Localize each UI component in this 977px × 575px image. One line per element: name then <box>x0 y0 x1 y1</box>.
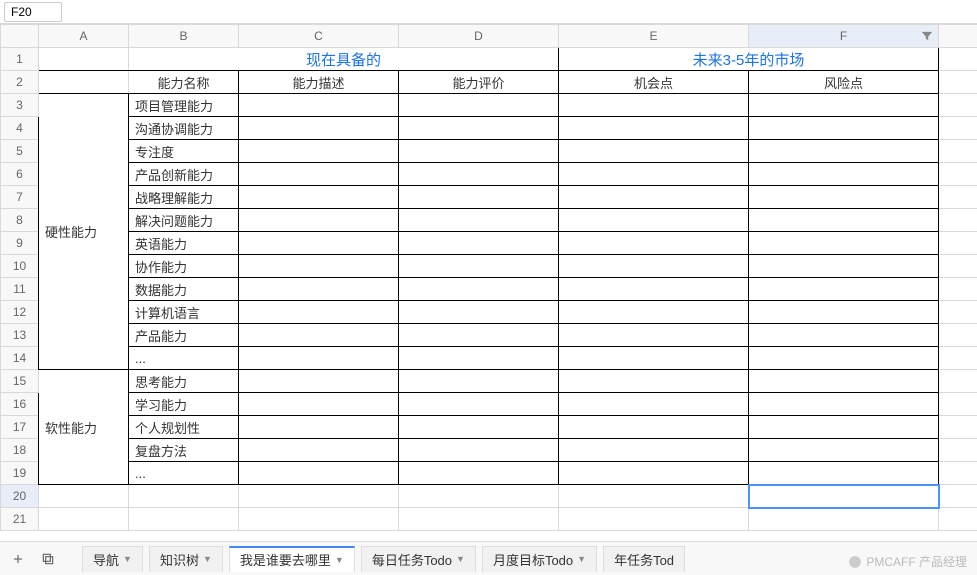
subheader-desc: 能力描述 <box>239 71 398 93</box>
subheader-eval: 能力评价 <box>399 71 558 93</box>
col-header-extra[interactable] <box>939 25 977 48</box>
list-item: 沟通协调能力 <box>129 117 238 139</box>
group1-label: 硬性能力 <box>39 94 128 369</box>
list-item: 解决问题能力 <box>129 209 238 231</box>
row-header[interactable]: 20 <box>1 485 39 508</box>
row-header[interactable]: 1 <box>1 48 39 71</box>
row-header[interactable]: 9 <box>1 232 39 255</box>
filter-icon[interactable] <box>920 29 934 43</box>
spreadsheet-grid[interactable]: A B C D E F 1 现在具备的 未来3-5年的市场 2 能力名称 能力描… <box>0 24 977 531</box>
row-header[interactable]: 4 <box>1 117 39 140</box>
list-item: 产品创新能力 <box>129 163 238 185</box>
list-item: 思考能力 <box>129 370 238 392</box>
row-header[interactable]: 14 <box>1 347 39 370</box>
sheet-tab-bar: 导航▼ 知识树▼ 我是谁要去哪里▼ 每日任务Todo▼ 月度目标Todo▼ 年任… <box>0 541 977 575</box>
list-item: 专注度 <box>129 140 238 162</box>
row-header[interactable]: 12 <box>1 301 39 324</box>
name-box-input[interactable] <box>4 2 62 22</box>
row-header[interactable]: 18 <box>1 439 39 462</box>
row-header[interactable]: 15 <box>1 370 39 393</box>
col-header-C[interactable]: C <box>239 25 399 48</box>
row-header[interactable]: 19 <box>1 462 39 485</box>
list-item: 计算机语言 <box>129 301 238 323</box>
list-item: 学习能力 <box>129 393 238 415</box>
row-header[interactable]: 13 <box>1 324 39 347</box>
tab-tree[interactable]: 知识树▼ <box>149 546 223 572</box>
chevron-down-icon: ▼ <box>203 554 212 564</box>
list-item: 英语能力 <box>129 232 238 254</box>
list-item: ... <box>129 462 238 484</box>
list-item: ... <box>129 347 238 369</box>
row-header[interactable]: 17 <box>1 416 39 439</box>
all-sheets-button[interactable] <box>36 547 60 571</box>
tab-whoami[interactable]: 我是谁要去哪里▼ <box>229 546 355 572</box>
subheader-name: 能力名称 <box>129 71 238 93</box>
list-item: 战略理解能力 <box>129 186 238 208</box>
tab-monthly[interactable]: 月度目标Todo▼ <box>482 546 597 572</box>
list-item: 复盘方法 <box>129 439 238 461</box>
row-header[interactable]: 5 <box>1 140 39 163</box>
row-header[interactable]: 21 <box>1 508 39 531</box>
row-header[interactable]: 3 <box>1 94 39 117</box>
list-item: 数据能力 <box>129 278 238 300</box>
col-header-E[interactable]: E <box>559 25 749 48</box>
select-all-corner[interactable] <box>1 25 39 48</box>
name-box-bar <box>0 0 977 24</box>
row-header[interactable]: 2 <box>1 71 39 94</box>
watermark: PMCAFF 产品经理 <box>848 553 967 570</box>
tab-daily[interactable]: 每日任务Todo▼ <box>361 546 476 572</box>
selected-cell-F20[interactable] <box>749 485 939 508</box>
list-item: 个人规划性 <box>129 416 238 438</box>
row-header[interactable]: 16 <box>1 393 39 416</box>
list-item: 协作能力 <box>129 255 238 277</box>
chevron-down-icon: ▼ <box>456 554 465 564</box>
row-header[interactable]: 6 <box>1 163 39 186</box>
tab-yearly[interactable]: 年任务Tod <box>603 546 685 572</box>
chevron-down-icon: ▼ <box>577 554 586 564</box>
col-header-B[interactable]: B <box>129 25 239 48</box>
chevron-down-icon: ▼ <box>335 555 344 565</box>
row-header[interactable]: 7 <box>1 186 39 209</box>
chevron-down-icon: ▼ <box>123 554 132 564</box>
subheader-risk: 风险点 <box>749 71 938 93</box>
row-header[interactable]: 8 <box>1 209 39 232</box>
section-header-future: 未来3-5年的市场 <box>559 48 938 70</box>
list-item: 项目管理能力 <box>129 94 238 116</box>
subheader-opp: 机会点 <box>559 71 748 93</box>
list-item: 产品能力 <box>129 324 238 346</box>
row-header[interactable]: 10 <box>1 255 39 278</box>
group2-label: 软性能力 <box>39 370 128 484</box>
col-header-F[interactable]: F <box>749 25 939 48</box>
col-header-D[interactable]: D <box>399 25 559 48</box>
tab-nav[interactable]: 导航▼ <box>82 546 143 572</box>
section-header-current: 现在具备的 <box>129 48 558 70</box>
add-sheet-button[interactable] <box>6 547 30 571</box>
row-header[interactable]: 11 <box>1 278 39 301</box>
col-header-A[interactable]: A <box>39 25 129 48</box>
